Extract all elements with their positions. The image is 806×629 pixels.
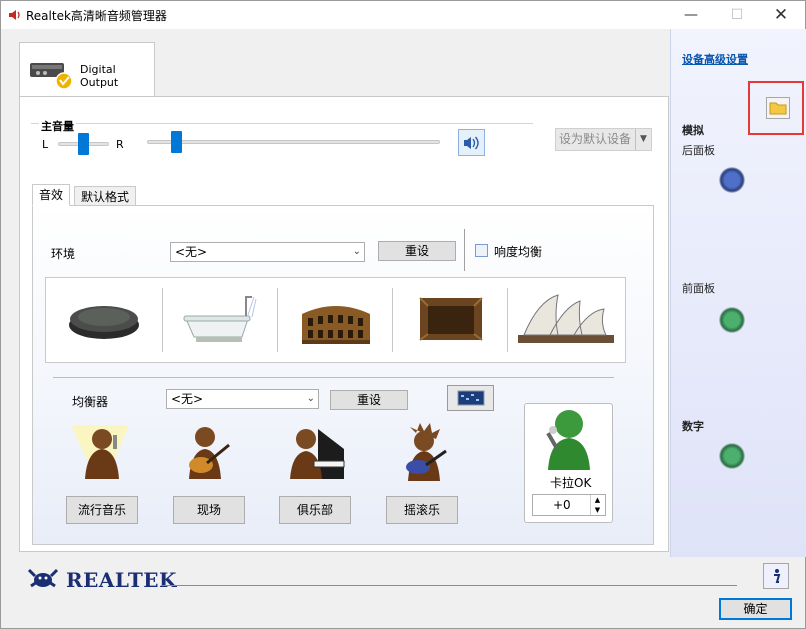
preset-pop-button[interactable]: 流行音乐	[66, 496, 138, 524]
opera-house-icon	[517, 294, 614, 343]
environment-item-room[interactable]	[393, 278, 508, 362]
ok-button[interactable]: 确定	[719, 598, 792, 620]
divider	[53, 377, 614, 378]
minimize-button[interactable]: —	[668, 1, 714, 29]
equalizer-reset-button[interactable]: 重设	[330, 390, 408, 410]
chevron-down-icon: ⌄	[306, 393, 315, 404]
pianist-icon	[284, 425, 350, 484]
mute-button[interactable]	[458, 129, 485, 156]
colosseum-icon	[301, 306, 370, 344]
stepper-up-icon[interactable]: ▲	[590, 495, 604, 505]
digital-section-label: 数字	[682, 420, 704, 433]
digital-output-device-icon	[28, 55, 76, 94]
advanced-device-settings-link[interactable]: 设备高级设置	[682, 51, 748, 67]
rear-panel-label: 后面板	[682, 144, 715, 157]
window-title: Realtek高清晰音频管理器	[26, 9, 167, 23]
volume-slider-thumb[interactable]	[171, 131, 182, 153]
tab-default-format-label: 默认格式	[81, 190, 130, 204]
title-bar: Realtek高清晰音频管理器 — ☐ ✕	[1, 1, 805, 29]
karaoke-pitch-stepper[interactable]: +0 ▲ ▼	[532, 494, 606, 516]
main-volume-title: 主音量	[39, 118, 76, 134]
equalizer-icon	[457, 390, 484, 406]
equalizer-select-value: <无>	[171, 392, 204, 406]
digital-jack[interactable]	[719, 443, 745, 469]
speaker-app-icon	[7, 7, 23, 26]
tab-digital-output[interactable]: Digital Output	[19, 42, 155, 98]
front-panel-jack[interactable]	[719, 307, 745, 333]
set-default-device-dropdown[interactable]: 设为默认设备 ▼	[555, 128, 652, 151]
equalizer-select[interactable]: <无> ⌄	[166, 389, 319, 409]
loudness-equalization-label: 响度均衡	[494, 245, 543, 259]
environment-label: 环境	[51, 247, 76, 261]
environment-item-stone[interactable]	[46, 278, 161, 362]
balance-slider-thumb[interactable]	[78, 133, 89, 155]
front-panel-label: 前面板	[682, 282, 715, 295]
highlight-box	[748, 81, 804, 135]
environment-reset-button[interactable]: 重设	[378, 241, 456, 261]
set-default-device-label: 设为默认设备	[559, 132, 632, 146]
karaoke-label: 卡拉OK	[550, 476, 592, 490]
close-button[interactable]: ✕	[758, 1, 804, 29]
pop-singer-icon	[69, 421, 135, 486]
speaker-icon	[463, 136, 479, 149]
preset-live-button[interactable]: 现场	[173, 496, 245, 524]
chevron-down-icon: ⌄	[352, 246, 361, 257]
environment-item-opera-house[interactable]	[508, 278, 623, 362]
realtek-crab-logo	[25, 564, 61, 595]
environment-item-colosseum[interactable]	[278, 278, 393, 362]
rocker-icon	[396, 421, 452, 486]
tab-sound-effects-label: 音效	[39, 188, 64, 202]
tab-sound-effects[interactable]: 音效	[32, 184, 71, 206]
balance-right-label: R	[116, 138, 124, 151]
preset-rock-button[interactable]: 摇滚乐	[386, 496, 458, 524]
graphic-equalizer-button[interactable]	[447, 385, 494, 411]
environment-select-value: <无>	[175, 245, 208, 259]
rear-panel-jack[interactable]	[719, 167, 745, 193]
info-icon	[774, 569, 781, 583]
equalizer-label: 均衡器	[72, 395, 109, 409]
stone-disc-icon	[68, 306, 139, 339]
realtek-logo-text: REALTEK	[66, 568, 177, 592]
wooden-room-icon	[418, 297, 483, 341]
guitarist-icon	[177, 425, 237, 484]
environment-item-bathroom[interactable]	[163, 278, 278, 362]
environment-gallery	[45, 277, 626, 363]
info-button[interactable]	[763, 563, 789, 589]
volume-slider-track	[147, 140, 440, 144]
divider	[464, 229, 465, 271]
realtek-audio-manager-window: Realtek高清晰音频管理器 — ☐ ✕ Digital Output 主音量…	[0, 0, 806, 629]
analog-section-label: 模拟	[682, 124, 704, 137]
maximize-button[interactable]: ☐	[714, 1, 760, 29]
karaoke-pitch-value: +0	[553, 498, 571, 512]
loudness-equalization-checkbox[interactable]	[475, 244, 488, 257]
chevron-down-icon[interactable]: ▼	[635, 129, 651, 150]
bathtub-icon	[183, 296, 256, 342]
divider	[161, 585, 737, 586]
tab-default-format[interactable]: 默认格式	[74, 186, 137, 206]
device-tab-label: Digital Output	[80, 63, 119, 89]
preset-club-button[interactable]: 俱乐部	[279, 496, 351, 524]
karaoke-singer-icon	[542, 406, 596, 473]
stepper-down-icon[interactable]: ▼	[590, 505, 604, 515]
balance-left-label: L	[42, 138, 49, 151]
environment-select[interactable]: <无> ⌄	[170, 242, 365, 262]
